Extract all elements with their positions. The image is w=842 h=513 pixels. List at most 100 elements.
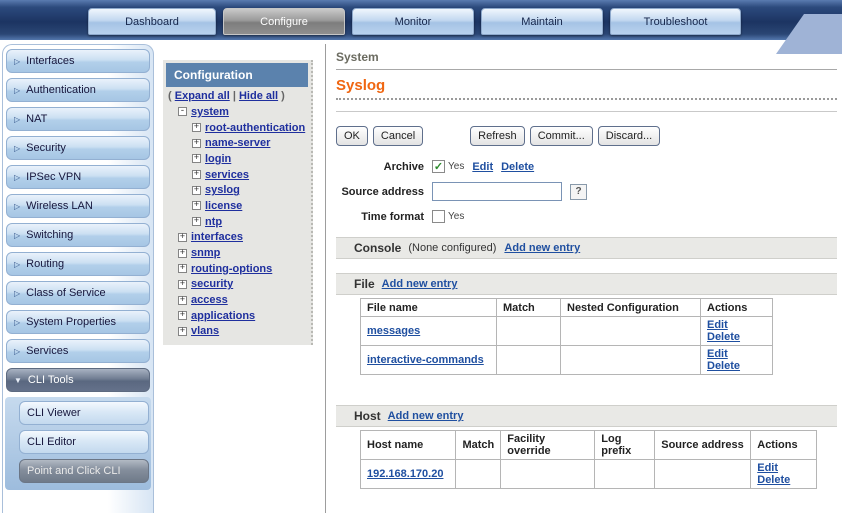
delete-link[interactable]: Delete bbox=[707, 331, 740, 343]
tree-node-link[interactable]: root-authentication bbox=[205, 122, 305, 134]
expand-toggle-icon[interactable]: + bbox=[178, 296, 187, 305]
file-name-link[interactable]: interactive-commands bbox=[367, 354, 484, 366]
column-header: Match bbox=[456, 431, 501, 460]
tree-node-link[interactable]: snmp bbox=[191, 247, 220, 259]
expand-toggle-icon[interactable]: + bbox=[192, 170, 201, 179]
expand-toggle-icon[interactable]: + bbox=[192, 201, 201, 210]
tree-node-link[interactable]: applications bbox=[191, 310, 255, 322]
nested-config-cell bbox=[561, 317, 701, 346]
collapsed-arrow-icon: ▷ bbox=[14, 289, 20, 298]
sidebar-item-cli-editor[interactable]: CLI Editor bbox=[19, 430, 149, 454]
tree-node-syslog: + syslog bbox=[166, 182, 308, 198]
help-button[interactable]: ? bbox=[570, 184, 587, 200]
file-add-new-entry-link[interactable]: Add new entry bbox=[382, 278, 458, 290]
tree-node-link[interactable]: access bbox=[191, 294, 228, 306]
column-header: Log prefix bbox=[595, 431, 655, 460]
hide-all-link[interactable]: Hide all bbox=[239, 90, 278, 102]
collapsed-arrow-icon: ▷ bbox=[14, 318, 20, 327]
expand-toggle-icon[interactable]: + bbox=[178, 233, 187, 242]
tree-node-link[interactable]: services bbox=[205, 169, 249, 181]
tree-node-link[interactable]: login bbox=[205, 153, 231, 165]
refresh-button[interactable]: Refresh bbox=[470, 126, 525, 146]
expand-toggle-icon[interactable]: + bbox=[192, 154, 201, 163]
time-format-checkbox[interactable] bbox=[432, 210, 445, 223]
expand-toggle-icon[interactable]: + bbox=[178, 327, 187, 336]
table-row: 192.168.170.20 Edit Delete bbox=[361, 460, 817, 489]
collapsed-arrow-icon: ▷ bbox=[14, 144, 20, 153]
tree-node-link[interactable]: syslog bbox=[205, 184, 240, 196]
tab-configure[interactable]: Configure bbox=[223, 8, 345, 35]
syslog-form: Archive ✓ Yes Edit Delete Source address… bbox=[336, 160, 837, 223]
expand-toggle-icon[interactable]: + bbox=[178, 311, 187, 320]
sidebar-item-point-and-click-cli[interactable]: Point and Click CLI bbox=[19, 459, 149, 483]
tab-monitor[interactable]: Monitor bbox=[352, 8, 474, 35]
console-add-new-entry-link[interactable]: Add new entry bbox=[504, 242, 580, 254]
tree-node-link[interactable]: routing-options bbox=[191, 263, 272, 275]
tree-node-link[interactable]: license bbox=[205, 200, 242, 212]
archive-delete-link[interactable]: Delete bbox=[501, 161, 534, 173]
action-toolbar: OK Cancel Refresh Commit... Discard... bbox=[336, 126, 837, 146]
sidebar-item-interfaces[interactable]: ▷ Interfaces bbox=[6, 49, 150, 73]
sidebar-item-system-properties[interactable]: ▷ System Properties bbox=[6, 310, 150, 334]
edit-link[interactable]: Edit bbox=[757, 462, 778, 474]
time-format-row: Time format Yes bbox=[336, 210, 837, 223]
tree-node-link[interactable]: name-server bbox=[205, 137, 270, 149]
edit-link[interactable]: Edit bbox=[707, 319, 728, 331]
tab-maintain[interactable]: Maintain bbox=[481, 8, 603, 35]
archive-checkbox[interactable]: ✓ bbox=[432, 160, 445, 173]
tab-dashboard[interactable]: Dashboard bbox=[88, 8, 216, 35]
sidebar-item-routing[interactable]: ▷ Routing bbox=[6, 252, 150, 276]
expand-toggle-icon[interactable]: + bbox=[192, 123, 201, 132]
expand-toggle-icon[interactable]: + bbox=[178, 249, 187, 258]
sidebar-item-wireless-lan[interactable]: ▷ Wireless LAN bbox=[6, 194, 150, 218]
edit-link[interactable]: Edit bbox=[707, 348, 728, 360]
sidebar-item-label: NAT bbox=[26, 113, 47, 125]
tree-node-login: + login bbox=[166, 151, 308, 167]
tree-node-link[interactable]: system bbox=[191, 106, 229, 118]
column-header: Match bbox=[497, 299, 561, 317]
tree-node-vlans: + vlans bbox=[166, 324, 308, 340]
commit-button[interactable]: Commit... bbox=[530, 126, 593, 146]
host-name-link[interactable]: 192.168.170.20 bbox=[367, 468, 443, 480]
tree-node-link[interactable]: ntp bbox=[205, 216, 222, 228]
expand-all-link[interactable]: Expand all bbox=[175, 90, 230, 102]
sidebar-item-label: Switching bbox=[26, 229, 73, 241]
left-sidebar: ▷ Interfaces ▷ Authentication ▷ NAT ▷ Se… bbox=[2, 44, 154, 513]
sidebar-item-cli-tools[interactable]: ▼ CLI Tools bbox=[6, 368, 150, 392]
file-name-link[interactable]: messages bbox=[367, 325, 420, 337]
sidebar-item-security[interactable]: ▷ Security bbox=[6, 136, 150, 160]
tree-node-link[interactable]: interfaces bbox=[191, 231, 243, 243]
sidebar-item-nat[interactable]: ▷ NAT bbox=[6, 107, 150, 131]
tab-troubleshoot[interactable]: Troubleshoot bbox=[610, 8, 741, 35]
table-row: interactive-commands Edit Delete bbox=[361, 346, 773, 375]
tree-node-snmp: + snmp bbox=[166, 245, 308, 261]
sidebar-item-switching[interactable]: ▷ Switching bbox=[6, 223, 150, 247]
expand-toggle-icon[interactable]: + bbox=[178, 280, 187, 289]
collapsed-arrow-icon: ▷ bbox=[14, 173, 20, 182]
delete-link[interactable]: Delete bbox=[757, 474, 790, 486]
expand-toggle-icon[interactable]: + bbox=[192, 217, 201, 226]
delete-link[interactable]: Delete bbox=[707, 360, 740, 372]
discard-button[interactable]: Discard... bbox=[598, 126, 660, 146]
paren: ) bbox=[281, 90, 285, 102]
expand-toggle-icon[interactable]: + bbox=[178, 264, 187, 273]
sidebar-item-ipsec-vpn[interactable]: ▷ IPSec VPN bbox=[6, 165, 150, 189]
match-cell bbox=[497, 317, 561, 346]
expand-toggle-icon[interactable]: + bbox=[192, 139, 201, 148]
file-table: File name Match Nested Configuration Act… bbox=[360, 298, 773, 375]
sidebar-item-cli-viewer[interactable]: CLI Viewer bbox=[19, 401, 149, 425]
sidebar-item-services[interactable]: ▷ Services bbox=[6, 339, 150, 363]
sidebar-item-class-of-service[interactable]: ▷ Class of Service bbox=[6, 281, 150, 305]
expand-toggle-icon[interactable]: + bbox=[192, 186, 201, 195]
host-add-new-entry-link[interactable]: Add new entry bbox=[388, 410, 464, 422]
archive-edit-link[interactable]: Edit bbox=[472, 161, 493, 173]
source-address-input[interactable] bbox=[432, 182, 562, 201]
sidebar-item-authentication[interactable]: ▷ Authentication bbox=[6, 78, 150, 102]
cancel-button[interactable]: Cancel bbox=[373, 126, 423, 146]
file-name-cell: interactive-commands bbox=[361, 346, 497, 375]
collapse-toggle-icon[interactable]: - bbox=[178, 107, 187, 116]
tree-node-link[interactable]: security bbox=[191, 278, 233, 290]
ok-button[interactable]: OK bbox=[336, 126, 368, 146]
tree-node-link[interactable]: vlans bbox=[191, 325, 219, 337]
collapsed-arrow-icon: ▷ bbox=[14, 57, 20, 66]
